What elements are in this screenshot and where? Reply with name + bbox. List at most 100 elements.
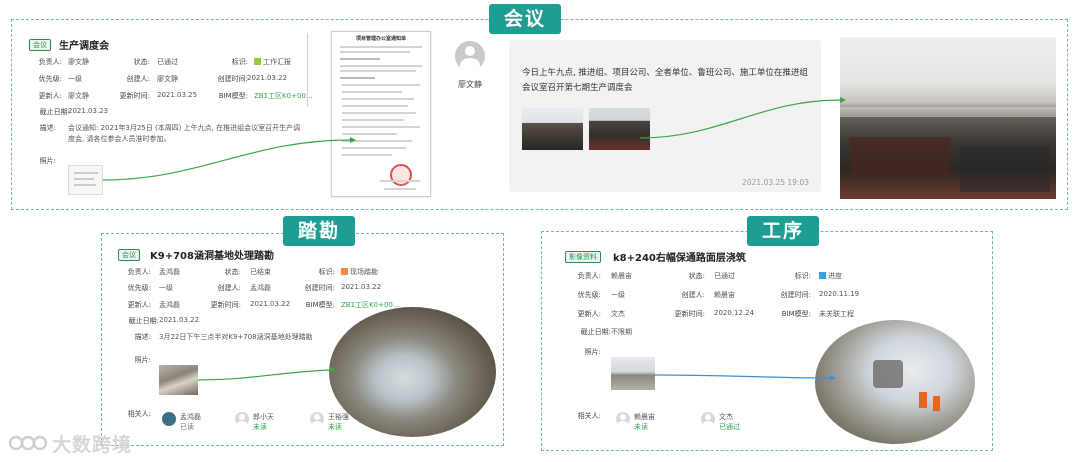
field-value: 不限期 (611, 328, 632, 336)
user-avatar-icon (310, 412, 324, 426)
field-label: BIM模型: (781, 310, 811, 318)
field-value: 文杰 (611, 310, 625, 318)
field-value: 一级 (68, 75, 82, 83)
post-time: 2021.03.25 19:03 (742, 178, 809, 187)
card-tag: 会议 (29, 39, 51, 51)
field-value: 孟鸿磊 (159, 268, 180, 276)
description-text: 会议通知: 2021年3月25日 (本周四) 上午九点, 在推进组会议室召开生产… (68, 124, 301, 143)
related-person[interactable]: 赖晨宙 未读 (616, 412, 676, 432)
card-title: 生产调度会 (59, 41, 109, 52)
field-label: 更新人: (38, 92, 62, 100)
card-title: K9+708涵洞基地处理踏勘 (150, 251, 274, 262)
field-value-tag: 工作汇报 (254, 57, 291, 67)
field-label: 状态: (688, 272, 705, 280)
person-name: 孟鸿磊 (180, 413, 201, 421)
bim-model-link[interactable]: ZB1工区K0+00... (254, 91, 313, 101)
field-value: 赖晨宙 (714, 291, 735, 299)
field-label: 更新时间: (119, 92, 150, 100)
field-label: 更新时间: (210, 301, 241, 309)
read-status: 已通过 (719, 423, 740, 431)
paving-site-photo[interactable] (815, 320, 975, 444)
field-label: 更新人: (577, 310, 601, 318)
field-label: 负责人: (127, 268, 151, 276)
tab-meeting[interactable]: 会议 (489, 4, 561, 34)
read-status: 未读 (328, 423, 342, 431)
document-thumbnail[interactable] (68, 165, 103, 195)
related-person[interactable]: 孟鸿磊 已读 (162, 412, 222, 432)
field-value: 廖文静 (68, 92, 89, 100)
tag-text: 现场踏勘 (350, 268, 378, 276)
meeting-photo-thumbnail[interactable] (589, 108, 650, 150)
user-avatar-icon (701, 412, 715, 426)
field-label: 标识: (794, 272, 811, 280)
field-label: 创建时间: (780, 291, 811, 299)
culvert-site-photo[interactable] (329, 307, 496, 437)
survey-photo-thumbnail[interactable] (159, 365, 198, 395)
field-label: BIM模型: (305, 301, 335, 309)
field-value: 已结束 (250, 268, 271, 276)
field-label: BIM模型: (218, 92, 248, 100)
field-value-tag: 现场踏勘 (341, 267, 378, 277)
user-avatar-icon (455, 41, 485, 71)
field-label: 创建人: (217, 284, 241, 292)
field-label: 负责人: (577, 272, 601, 280)
user-avatar-icon (162, 412, 176, 426)
related-label: 相关人: (577, 412, 601, 420)
orange-square-icon (341, 268, 348, 275)
poster-name: 廖文静 (458, 80, 482, 89)
divider (307, 33, 308, 107)
field-label: 截止日期: (128, 317, 159, 325)
poster: 廖文静 (449, 41, 491, 90)
person-name: 王裕强 (328, 413, 349, 421)
field-label: 状态: (224, 268, 241, 276)
field-value: 一级 (159, 284, 173, 292)
field-value: 2021.03.22 (247, 74, 288, 82)
description-text: 3月22日下午三点半对K9+708涵洞基地处理踏勘 (159, 333, 313, 341)
field-label: 优先级: (127, 284, 151, 292)
field-label: 创建人: (681, 291, 705, 299)
photo-label: 照片: (39, 157, 56, 165)
field-label: 更新时间: (674, 310, 705, 318)
field-value: 未关联工程 (819, 310, 854, 318)
field-label: 标识: (318, 268, 335, 276)
read-status: 未读 (634, 423, 648, 431)
watermark: 大数跨境 (8, 430, 132, 456)
card-tag: 影像资料 (565, 251, 601, 263)
document-title: 项目管理办公室通知单 (355, 36, 406, 42)
meeting-room-photo[interactable] (840, 37, 1056, 199)
photo-label: 照片: (134, 356, 151, 364)
field-value: 2020.12.24 (714, 309, 755, 317)
meeting-notice-document[interactable]: 项目管理办公室通知单 (331, 31, 431, 197)
post-text: 今日上午九点, 推进组、项目公司、全者单位、鲁班公司、施工单位在推进组会议室召开… (522, 68, 808, 93)
field-value-tag: 进度 (819, 271, 842, 281)
meeting-post-card[interactable]: 今日上午九点, 推进组、项目公司、全者单位、鲁班公司、施工单位在推进组会议室召开… (509, 40, 821, 192)
field-value: 已通过 (157, 58, 178, 66)
red-seal-icon (390, 164, 412, 186)
field-label: 截止日期: (39, 108, 70, 116)
tag-text: 进度 (828, 272, 842, 280)
description-label: 描述: (39, 124, 56, 132)
tab-process[interactable]: 工序 (747, 216, 819, 246)
meeting-photo-thumbnail[interactable] (522, 108, 583, 150)
field-value: 孟鸿磊 (250, 284, 271, 292)
person-name: 文杰 (719, 413, 733, 421)
field-value: 2021.03.22 (341, 283, 382, 291)
related-person[interactable]: 郎小天 未读 (235, 412, 295, 432)
tab-survey[interactable]: 踏勘 (283, 216, 355, 246)
card-title: k8+240右幅保通路面层浇筑 (613, 253, 746, 264)
field-label: 优先级: (577, 291, 601, 299)
field-value: 廖文静 (68, 58, 89, 66)
meeting-card[interactable]: 会议 生产调度会 负责人: 廖文静 状态: 已通过 标识: 工作汇报 优先级: … (24, 30, 314, 200)
blue-square-icon (819, 272, 826, 279)
process-photo-thumbnail[interactable] (611, 357, 655, 390)
field-value: 已通过 (714, 272, 735, 280)
field-label: 创建时间: (304, 284, 335, 292)
related-label: 相关人: (127, 410, 151, 418)
user-avatar-icon (235, 412, 249, 426)
field-label: 优先级: (38, 75, 62, 83)
related-person[interactable]: 文杰 已通过 (701, 412, 761, 432)
user-avatar-icon (616, 412, 630, 426)
description-label: 描述: (134, 333, 151, 341)
field-value: 赖晨宙 (611, 272, 632, 280)
read-status: 已读 (180, 423, 194, 431)
